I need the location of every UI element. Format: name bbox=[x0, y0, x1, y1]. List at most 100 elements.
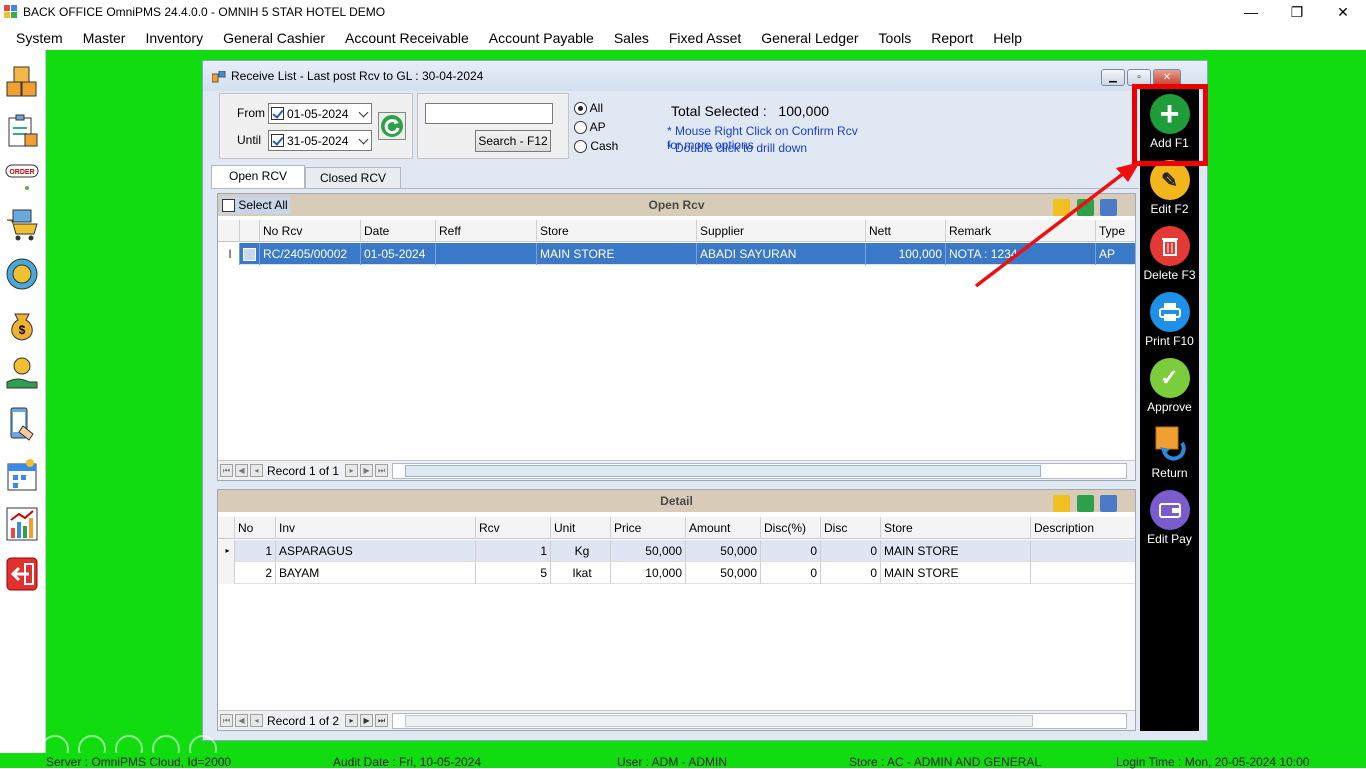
search-button[interactable]: Search - F12 bbox=[475, 130, 551, 152]
menu-help[interactable]: Help bbox=[983, 30, 1032, 46]
prev-page-button[interactable]: ◀ bbox=[235, 714, 248, 727]
last-page-button[interactable]: ⏭ bbox=[375, 464, 389, 477]
next-record-button[interactable]: ▸ bbox=[345, 714, 359, 727]
date-filter-panel: From 01-05-2024 Until 31-05-2024 bbox=[219, 93, 413, 159]
refresh-button[interactable] bbox=[378, 112, 406, 140]
table-row[interactable]: ▸ 1 ASPARAGUS 1 Kg 50,000 50,000 0 0 MAI… bbox=[218, 540, 1135, 562]
window-icon bbox=[212, 71, 226, 83]
menu-master[interactable]: Master bbox=[73, 30, 136, 46]
hand-money-icon[interactable] bbox=[5, 356, 39, 392]
cell-price: 10,000 bbox=[611, 562, 686, 584]
print-button-label: Print F10 bbox=[1145, 334, 1194, 348]
cell-disc: 0 bbox=[821, 540, 881, 562]
until-date-picker[interactable]: 31-05-2024 bbox=[268, 130, 372, 151]
col-unit[interactable]: Unit bbox=[551, 517, 611, 539]
clipboard-icon[interactable] bbox=[5, 114, 39, 150]
select-all-checkbox[interactable]: Select All bbox=[220, 196, 290, 214]
boxes-icon[interactable] bbox=[5, 64, 39, 100]
menu-sales[interactable]: Sales bbox=[604, 30, 659, 46]
expand-icon[interactable] bbox=[1053, 495, 1071, 513]
cell-unit: Kg bbox=[551, 540, 611, 562]
menu-system[interactable]: System bbox=[6, 30, 73, 46]
prev-record-button[interactable]: ◂ bbox=[250, 714, 263, 727]
radio-all-dot bbox=[574, 102, 587, 116]
return-button[interactable]: Return bbox=[1140, 424, 1199, 480]
detail-header: Detail bbox=[218, 490, 1135, 513]
window-titlebar: Receive List - Last post Rcv to GL : 30-… bbox=[203, 61, 1207, 91]
until-date-checkbox[interactable] bbox=[271, 134, 284, 147]
menu-report[interactable]: Report bbox=[921, 30, 983, 46]
last-page-button[interactable]: ⏭ bbox=[375, 714, 389, 727]
radio-cash[interactable]: Cash bbox=[574, 137, 618, 156]
table-row[interactable]: 2 BAYAM 5 Ikat 10,000 50,000 0 0 MAIN ST… bbox=[218, 562, 1135, 584]
menu-general-cashier[interactable]: General Cashier bbox=[213, 30, 335, 46]
money-bag-icon[interactable]: $ bbox=[5, 306, 39, 342]
cell-unit: Ikat bbox=[551, 562, 611, 584]
menu-fixed-asset[interactable]: Fixed Asset bbox=[659, 30, 751, 46]
col-reff[interactable]: Reff bbox=[436, 220, 537, 242]
until-label: Until bbox=[237, 133, 262, 147]
record-counter: Record 1 of 1 bbox=[267, 463, 340, 478]
from-date-picker[interactable]: 01-05-2024 bbox=[268, 103, 372, 124]
edit-button[interactable]: ✎ Edit F2 bbox=[1140, 160, 1199, 216]
prev-record-button[interactable]: ◂ bbox=[250, 464, 263, 477]
menu-account-receivable[interactable]: Account Receivable bbox=[335, 30, 479, 46]
col-inv[interactable]: Inv bbox=[276, 517, 476, 539]
radio-all[interactable]: All bbox=[574, 99, 618, 118]
cell-disc: 0 bbox=[821, 562, 881, 584]
tab-open-rcv[interactable]: Open RCV bbox=[211, 165, 305, 189]
from-date-checkbox[interactable] bbox=[271, 107, 284, 120]
menu-general-ledger[interactable]: General Ledger bbox=[751, 30, 868, 46]
approve-button[interactable]: ✓ Approve bbox=[1140, 358, 1199, 414]
col-disc-percent[interactable]: Disc(%) bbox=[761, 517, 821, 539]
calendar-icon[interactable] bbox=[5, 458, 39, 494]
print-icon[interactable] bbox=[1100, 495, 1117, 513]
col-nett[interactable]: Nett bbox=[866, 220, 946, 242]
first-page-button[interactable]: ⏮ bbox=[220, 464, 233, 477]
minimize-button[interactable]: — bbox=[1228, 0, 1274, 24]
cart-icon[interactable] bbox=[5, 206, 39, 242]
sync-icon[interactable] bbox=[5, 256, 39, 292]
next-page-button[interactable]: ▶ bbox=[360, 464, 374, 477]
print-button[interactable]: Print F10 bbox=[1140, 292, 1199, 348]
chevron-down-icon bbox=[358, 107, 369, 118]
col-date[interactable]: Date bbox=[361, 220, 436, 242]
col-price[interactable]: Price bbox=[611, 517, 686, 539]
col-rcv[interactable]: Rcv bbox=[476, 517, 551, 539]
phone-icon[interactable] bbox=[5, 406, 39, 442]
col-no-rcv[interactable]: No Rcv bbox=[260, 220, 361, 242]
col-amount[interactable]: Amount bbox=[686, 517, 761, 539]
order-icon[interactable]: ORDER bbox=[5, 164, 39, 200]
prev-page-button[interactable]: ◀ bbox=[235, 464, 248, 477]
restore-button[interactable]: ❐ bbox=[1274, 0, 1320, 24]
tab-closed-rcv[interactable]: Closed RCV bbox=[305, 167, 401, 189]
select-all-label: Select All bbox=[238, 198, 288, 212]
col-store[interactable]: Store bbox=[537, 220, 697, 242]
first-page-button[interactable]: ⏮ bbox=[220, 714, 233, 727]
col-supplier[interactable]: Supplier bbox=[697, 220, 866, 242]
search-input[interactable] bbox=[425, 103, 553, 124]
col-store[interactable]: Store bbox=[881, 517, 1031, 539]
horizontal-scrollbar[interactable] bbox=[392, 462, 1128, 479]
exit-icon[interactable] bbox=[5, 556, 39, 592]
horizontal-scrollbar[interactable] bbox=[392, 712, 1128, 729]
row-checkbox[interactable] bbox=[240, 243, 260, 265]
next-record-button[interactable]: ▸ bbox=[345, 464, 359, 477]
svg-text:$: $ bbox=[19, 323, 26, 337]
next-page-button[interactable]: ▶ bbox=[360, 714, 374, 727]
delete-button[interactable]: Delete F3 bbox=[1140, 226, 1199, 282]
col-description[interactable]: Description bbox=[1031, 517, 1137, 539]
close-button[interactable]: ✕ bbox=[1320, 0, 1366, 24]
window-minimize-button[interactable]: ▁ bbox=[1101, 69, 1125, 86]
menu-account-payable[interactable]: Account Payable bbox=[479, 30, 604, 46]
radio-ap[interactable]: AP bbox=[574, 118, 618, 137]
printer-icon bbox=[1149, 292, 1190, 332]
menu-inventory[interactable]: Inventory bbox=[135, 30, 213, 46]
edit-pay-button[interactable]: Edit Pay bbox=[1140, 490, 1199, 546]
wallet-icon bbox=[1149, 490, 1190, 530]
menu-tools[interactable]: Tools bbox=[869, 30, 922, 46]
chart-icon[interactable] bbox=[5, 506, 39, 542]
col-disc[interactable]: Disc bbox=[821, 517, 881, 539]
col-no[interactable]: No bbox=[235, 517, 276, 539]
excel-icon[interactable] bbox=[1076, 495, 1094, 513]
